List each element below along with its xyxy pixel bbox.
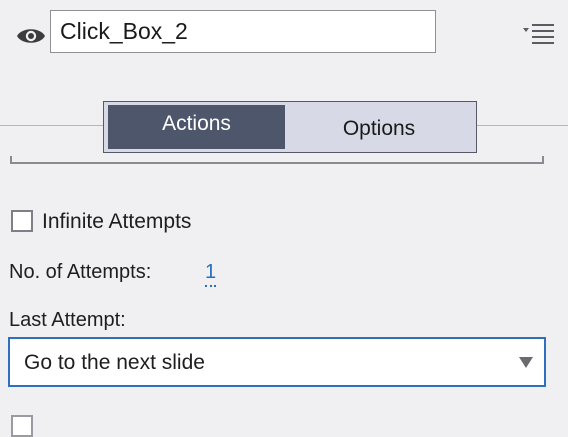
- chevron-down-icon: [519, 357, 533, 368]
- group-bracket: [10, 156, 544, 164]
- tab-options[interactable]: Options: [288, 105, 470, 149]
- attempts-value[interactable]: 1: [205, 259, 217, 287]
- infinite-attempts-label: Infinite Attempts: [42, 210, 192, 233]
- panel-menu-icon[interactable]: [522, 22, 558, 44]
- last-attempt-dropdown[interactable]: Go to the next slide: [8, 337, 546, 387]
- last-attempt-label: Last Attempt:: [9, 309, 126, 331]
- tab-bar: Actions Options: [103, 101, 477, 153]
- eye-icon[interactable]: [16, 26, 46, 46]
- tab-actions[interactable]: Actions: [108, 105, 285, 149]
- partial-checkbox[interactable]: [11, 415, 33, 437]
- attempts-label: No. of Attempts:: [9, 261, 152, 283]
- item-name-input[interactable]: [50, 10, 436, 53]
- infinite-attempts-checkbox[interactable]: [11, 210, 33, 232]
- last-attempt-selected-value: Go to the next slide: [24, 351, 205, 374]
